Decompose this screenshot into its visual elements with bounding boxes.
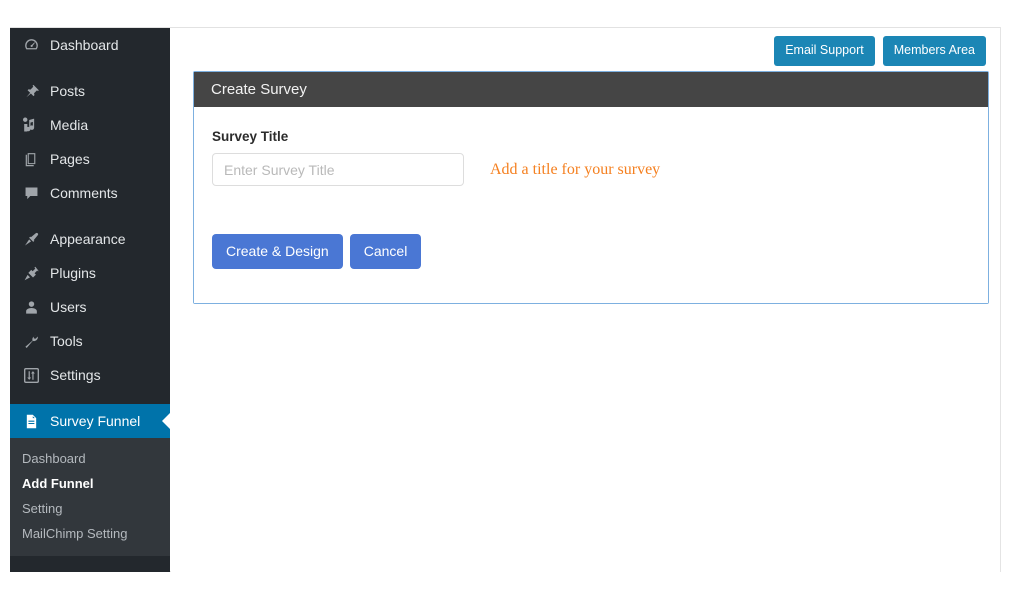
sidebar-item-label: Appearance: [50, 231, 126, 247]
cancel-button[interactable]: Cancel: [349, 234, 422, 269]
create-survey-panel: Create Survey Survey Title Add a title f…: [193, 71, 989, 304]
panel-title: Create Survey: [194, 72, 988, 107]
settings-sliders-icon: [21, 365, 41, 385]
sidebar-item-plugins[interactable]: Plugins: [10, 256, 170, 290]
sidebar-item-settings[interactable]: Settings: [10, 358, 170, 392]
submenu-item-setting[interactable]: Setting: [10, 496, 170, 521]
sidebar-item-users[interactable]: Users: [10, 290, 170, 324]
sidebar-item-label: Plugins: [50, 265, 96, 281]
sidebar-item-label: Settings: [50, 367, 101, 383]
sidebar-item-posts[interactable]: Posts: [10, 74, 170, 108]
sidebar-divider: [10, 62, 170, 74]
panel-body: Survey Title Add a title for your survey…: [194, 107, 988, 303]
sidebar-item-comments[interactable]: Comments: [10, 176, 170, 210]
paintbrush-icon: [21, 229, 41, 249]
survey-title-field-row: Add a title for your survey: [212, 153, 968, 186]
pin-icon: [21, 81, 41, 101]
sidebar-item-label: Media: [50, 117, 89, 133]
sidebar-item-dashboard[interactable]: Dashboard: [10, 28, 170, 62]
sidebar-item-tools[interactable]: Tools: [10, 324, 170, 358]
dashboard-icon: [21, 35, 41, 55]
survey-title-help-text: Add a title for your survey: [490, 160, 661, 178]
sidebar-item-pages[interactable]: Pages: [10, 142, 170, 176]
media-icon: [21, 115, 41, 135]
plug-icon: [21, 263, 41, 283]
sidebar-submenu-survey-funnel: Dashboard Add Funnel Setting MailChimp S…: [10, 438, 170, 556]
form-action-buttons: Create & Design Cancel: [212, 234, 968, 269]
sidebar-item-label: Survey Funnel: [50, 413, 141, 429]
submenu-item-add-funnel[interactable]: Add Funnel: [10, 471, 170, 496]
sidebar-item-label: Users: [50, 299, 87, 315]
members-area-button[interactable]: Members Area: [882, 36, 986, 66]
sidebar-item-label: Pages: [50, 151, 90, 167]
sidebar-item-survey-funnel[interactable]: Survey Funnel: [10, 404, 171, 438]
sidebar-divider: [10, 210, 170, 222]
sidebar-item-label: Posts: [50, 83, 86, 99]
create-and-design-button[interactable]: Create & Design: [212, 234, 343, 269]
sidebar-item-label: Dashboard: [50, 37, 119, 53]
sidebar-item-media[interactable]: Media: [10, 108, 170, 142]
admin-sidebar: Dashboard Posts Media Pages Comments App…: [10, 28, 171, 572]
submenu-item-dashboard[interactable]: Dashboard: [10, 446, 170, 471]
comments-icon: [21, 183, 41, 203]
submenu-item-mailchimp-setting[interactable]: MailChimp Setting: [10, 521, 170, 546]
email-support-button[interactable]: Email Support: [774, 36, 875, 66]
user-icon: [21, 297, 41, 317]
survey-title-label: Survey Title: [212, 129, 289, 144]
sidebar-item-label: Tools: [50, 333, 83, 349]
page-frame-right-rule: [1000, 27, 1001, 572]
survey-title-input[interactable]: [212, 153, 464, 186]
active-menu-arrow-icon: [162, 412, 171, 430]
sidebar-divider: [10, 392, 170, 404]
pages-icon: [21, 149, 41, 169]
document-icon: [21, 411, 41, 431]
sidebar-group-main: Dashboard Posts Media Pages Comments App…: [10, 28, 171, 556]
top-action-buttons: Email Support Members Area: [774, 36, 986, 66]
wrench-icon: [21, 331, 41, 351]
admin-screen: Dashboard Posts Media Pages Comments App…: [0, 0, 1018, 598]
sidebar-item-appearance[interactable]: Appearance: [10, 222, 170, 256]
content-area: Email Support Members Area Create Survey…: [171, 28, 1000, 572]
sidebar-item-label: Comments: [50, 185, 118, 201]
